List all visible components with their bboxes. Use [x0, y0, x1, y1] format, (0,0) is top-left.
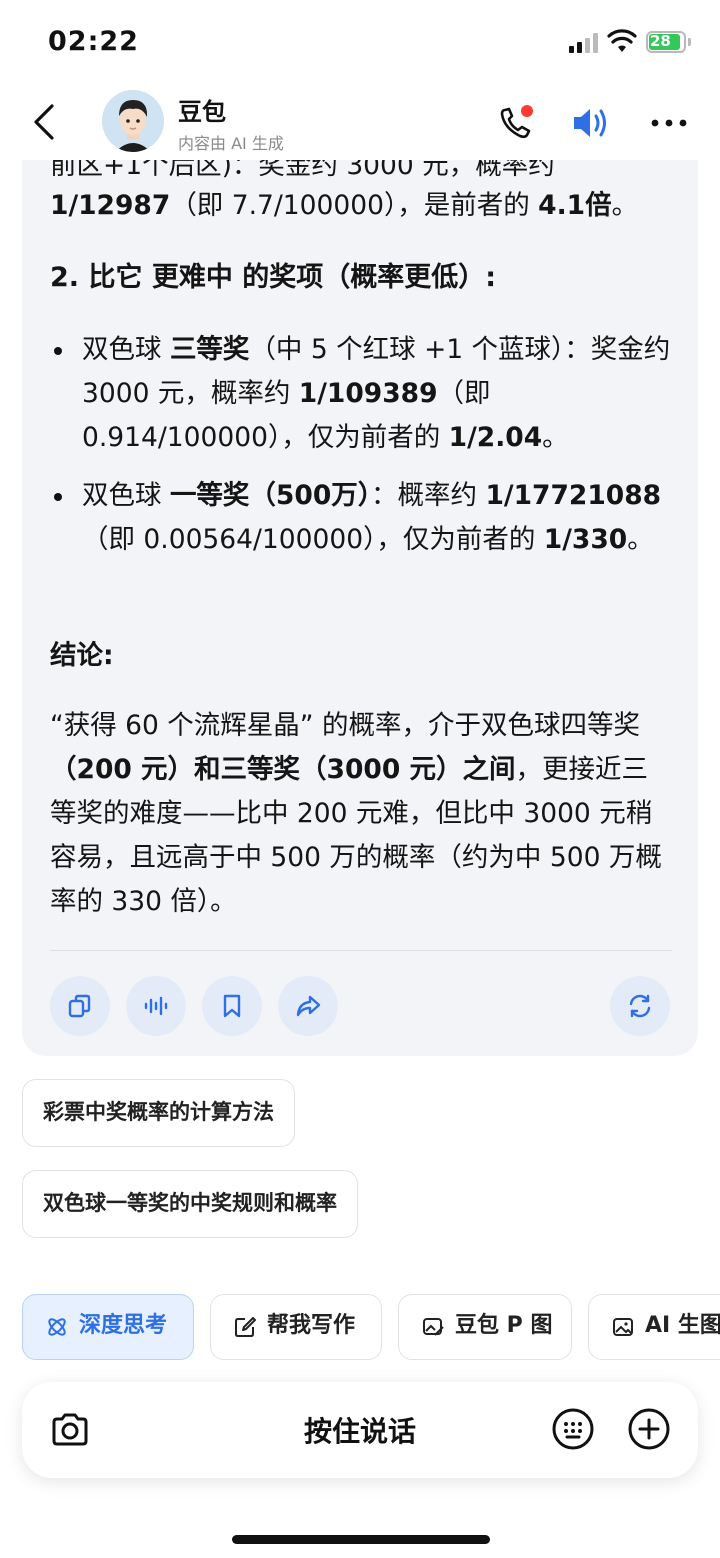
copy-icon [68, 994, 91, 1018]
share-icon [296, 995, 321, 1017]
section-heading: 2. 比它 更难中 的奖项（概率更低）: [50, 262, 497, 293]
image-edit-icon [423, 1318, 444, 1336]
chat-header: 豆包 内容由 AI 生成 [0, 88, 720, 160]
text-line: 1/12987（即 7.7/100000），是前者的 4.1倍。 [50, 190, 639, 221]
image-edit-chip[interactable]: 豆包 P 图 [398, 1294, 572, 1360]
divider [50, 950, 672, 951]
screen: 02:22 28 豆包 内容由 AI 生成 前区+1个后区)：奖金约 3000 … [0, 0, 720, 1558]
plus-icon[interactable] [626, 1406, 672, 1452]
atom-icon [48, 1318, 66, 1336]
keyboard-icon[interactable] [550, 1406, 596, 1452]
edit-icon [235, 1317, 256, 1337]
copy-button[interactable] [50, 976, 110, 1036]
deep-thinking-chip[interactable]: 深度思考 [22, 1294, 194, 1360]
chip-label: 帮我写作 [267, 1313, 356, 1338]
bookmark-icon [223, 994, 241, 1018]
home-indicator [232, 1535, 490, 1544]
list-item: 双色球 一等奖（500万）：概率约 1/17721088（即 0.00564/1… [54, 474, 682, 562]
back-icon[interactable] [26, 100, 66, 144]
chip-label: AI 生图 [645, 1313, 720, 1338]
bot-name: 豆包 [178, 98, 226, 126]
image-icon [613, 1318, 633, 1336]
assistant-message: 前区+1个后区)：奖金约 3000 元，概率约 1/12987（即 7.7/10… [22, 120, 698, 1056]
speaker-icon[interactable] [570, 103, 612, 143]
ai-image-chip[interactable]: AI 生图 [588, 1294, 720, 1360]
status-time: 02:22 [48, 26, 139, 57]
list-item: 双色球 三等奖（中 5 个红球 +1 个蓝球）：奖金约 3000 元，概率约 1… [54, 328, 682, 460]
share-button[interactable] [278, 976, 338, 1036]
input-bar: 按住说话 [22, 1382, 698, 1478]
chip-label: 深度思考 [79, 1313, 168, 1338]
voice-icon [144, 996, 168, 1016]
regenerate-button[interactable] [610, 976, 670, 1036]
battery-level: 28 [650, 32, 671, 50]
read-aloud-button[interactable] [126, 976, 186, 1036]
phone-call-icon[interactable] [496, 102, 538, 144]
hold-to-talk-button[interactable]: 按住说话 [22, 1410, 698, 1450]
conclusion-label: 结论: [50, 640, 114, 671]
suggestion-chip[interactable]: 双色球一等奖的中奖规则和概率 [22, 1170, 358, 1238]
regenerate-icon [629, 994, 651, 1018]
writing-chip[interactable]: 帮我写作 [210, 1294, 382, 1360]
chip-label: 豆包 P 图 [455, 1313, 553, 1338]
avatar[interactable] [102, 90, 164, 152]
ai-generated-note: 内容由 AI 生成 [178, 134, 284, 153]
bookmark-button[interactable] [202, 976, 262, 1036]
more-icon[interactable] [648, 108, 690, 138]
suggestion-chip[interactable]: 彩票中奖概率的计算方法 [22, 1079, 295, 1147]
status-bar: 02:22 28 [0, 0, 720, 88]
battery-icon: 28 [646, 31, 686, 53]
cellular-signal-icon [569, 33, 601, 53]
wifi-icon [607, 29, 637, 52]
conclusion-text: “获得 60 个流辉星晶” 的概率，介于双色球四等奖 （200 元）和三等奖（3… [50, 710, 662, 917]
